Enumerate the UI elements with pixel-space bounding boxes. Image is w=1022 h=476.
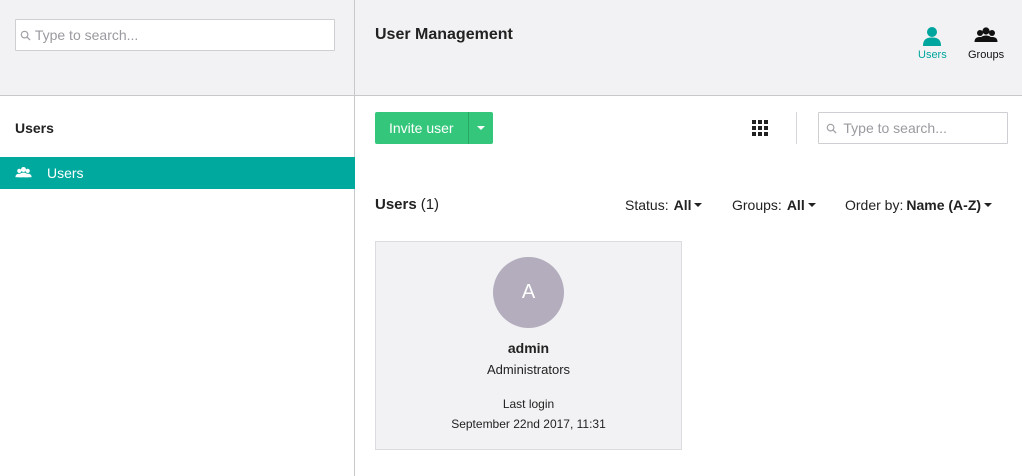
last-login-value: September 22nd 2017, 11:31 [451,417,606,431]
last-login-label: Last login [502,397,555,411]
search-icon [16,30,35,41]
caret-down-icon [807,203,816,207]
sidebar-search[interactable] [15,19,335,51]
user-search-input[interactable] [843,120,1007,136]
invite-user-group: Invite user [375,112,493,144]
user-icon [923,27,942,46]
group-icon [0,166,47,180]
top-nav-users[interactable]: Users [918,26,947,61]
grid-view-icon[interactable] [752,120,770,136]
user-name: admin [507,340,550,356]
status-filter-value: All [673,197,692,213]
sidebar: Users Users [0,96,355,476]
invite-user-button[interactable]: Invite user [375,112,468,144]
top-nav-users-label: Users [918,49,947,61]
caret-down-icon [694,203,703,207]
status-filter[interactable]: Status: All [625,197,703,213]
groups-filter-value: All [786,197,805,213]
caret-down-icon [476,126,485,130]
users-list-heading: Users (1) [375,196,439,213]
order-by-filter[interactable]: Order by: Name (A-Z) [845,197,993,213]
avatar: A [493,257,564,328]
user-search[interactable] [818,112,1008,144]
sidebar-header [0,0,355,96]
groups-filter[interactable]: Groups: All [732,197,816,213]
groups-filter-label: Groups: [732,197,782,213]
order-by-label: Order by: [845,197,904,213]
sidebar-search-input[interactable] [34,27,334,43]
invite-user-dropdown-button[interactable] [467,112,493,144]
user-group: Administrators [486,362,571,377]
sidebar-heading: Users [15,120,54,136]
top-nav-groups-label: Groups [968,49,1005,61]
search-icon [819,123,843,134]
caret-down-icon [984,203,993,207]
page-title: User Management [375,26,513,43]
toolbar-divider [796,112,797,144]
sidebar-item-label: Users [47,165,84,181]
order-by-value: Name (A-Z) [906,197,982,213]
sidebar-item-users[interactable]: Users [0,157,355,189]
app-root: User Management Users Groups Users [0,0,1022,476]
status-filter-label: Status: [625,197,669,213]
group-icon [974,27,998,42]
user-card[interactable]: A admin Administrators Last login Septem… [375,241,682,450]
users-list-title: Users [375,196,417,213]
top-nav-groups[interactable]: Groups [968,26,1004,61]
users-count: (1) [420,196,440,213]
